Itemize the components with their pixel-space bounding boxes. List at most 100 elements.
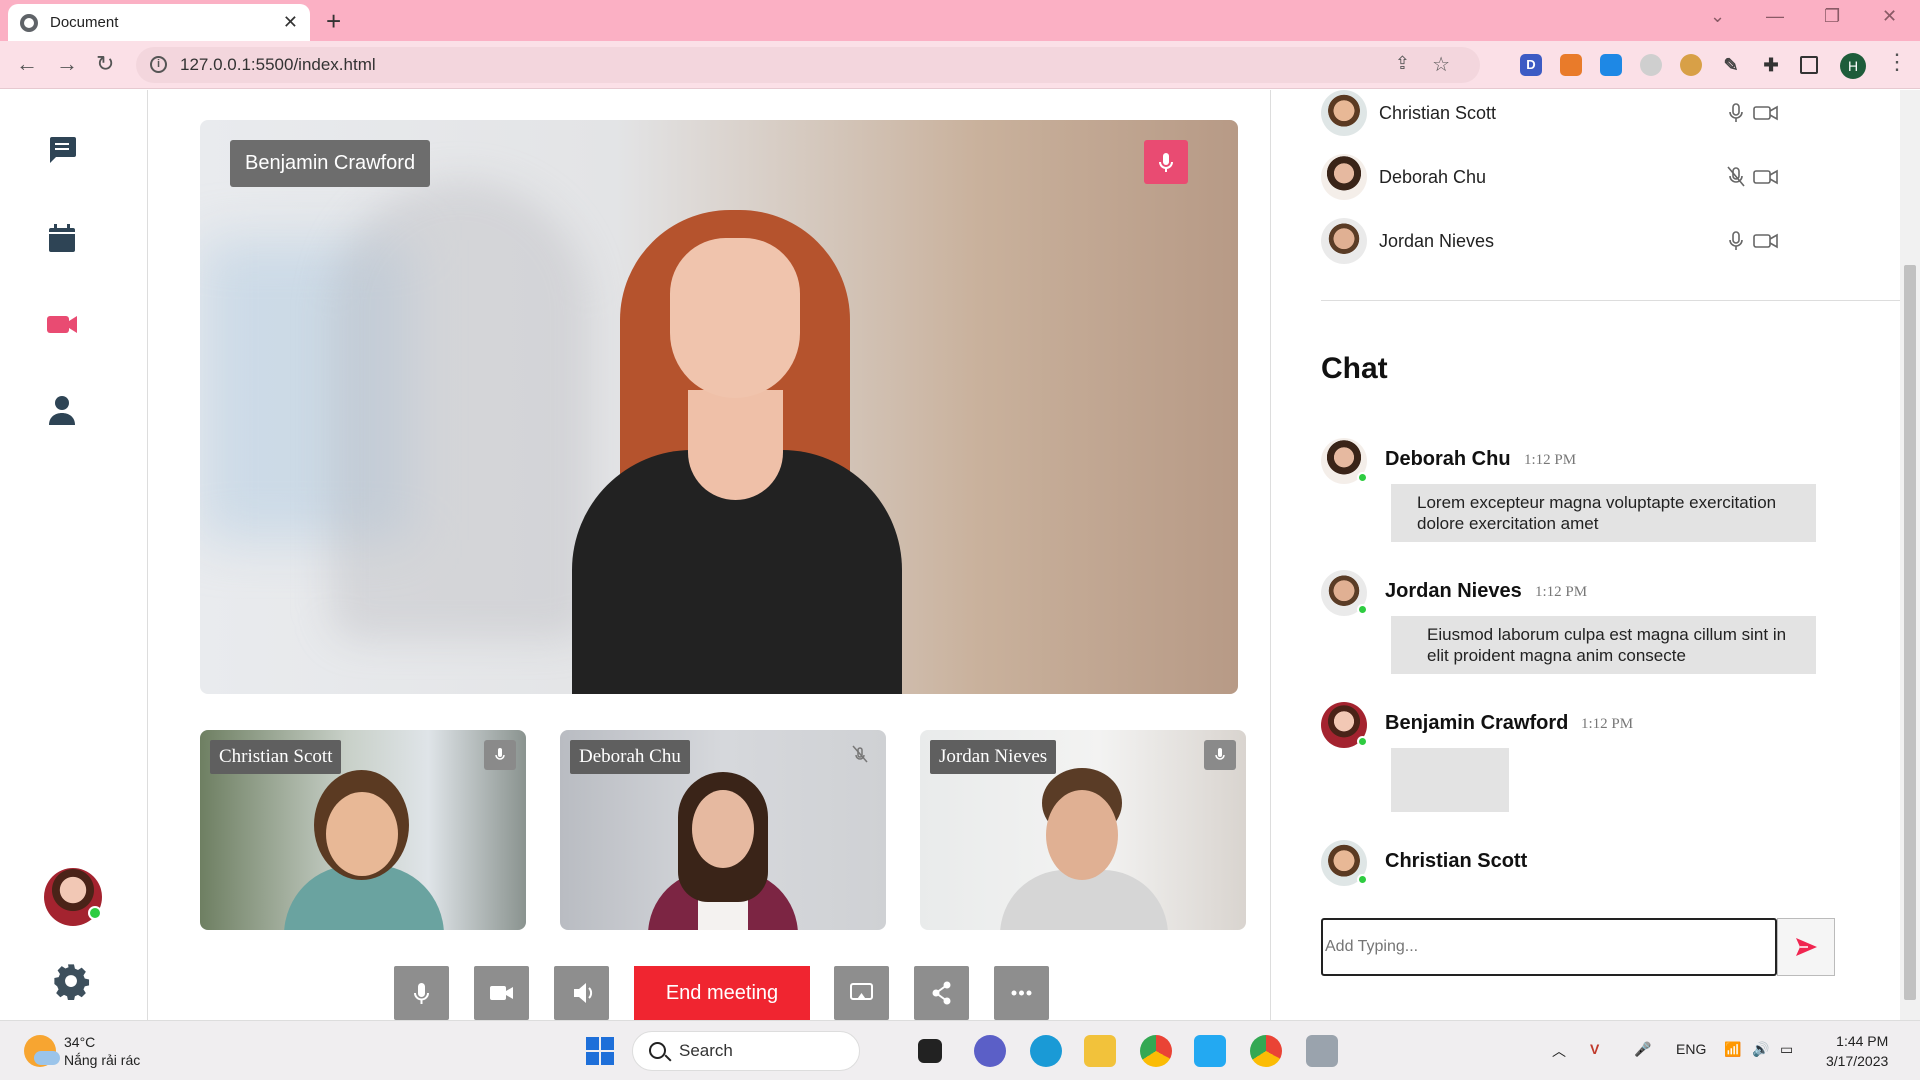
- task-view-icon[interactable]: [918, 1039, 942, 1063]
- page-scrollbar[interactable]: [1900, 90, 1920, 1020]
- temperature: 34°C: [64, 1034, 96, 1050]
- thumbnail-deborah-chu[interactable]: Deborah Chu: [560, 730, 886, 930]
- screen-share-button[interactable]: [834, 966, 889, 1020]
- mic-toggle-button[interactable]: [394, 966, 449, 1020]
- more-options-button[interactable]: [994, 966, 1049, 1020]
- video-camera-icon[interactable]: [1753, 231, 1779, 251]
- message-author: Benjamin Crawford: [1385, 712, 1569, 734]
- calendar-icon[interactable]: [46, 222, 78, 254]
- forward-icon[interactable]: →: [56, 51, 78, 77]
- weather-widget[interactable]: 34°C Nắng rải rác: [24, 1033, 140, 1069]
- thumbnail-jordan-nieves[interactable]: Jordan Nieves: [920, 730, 1246, 930]
- chat-icon[interactable]: [46, 134, 78, 166]
- weather-icon: [24, 1035, 60, 1067]
- tray-overflow-icon[interactable]: ︿: [1552, 1041, 1566, 1061]
- minimize-icon[interactable]: —: [1766, 6, 1784, 27]
- clock-date: 3/17/2023: [1826, 1053, 1889, 1069]
- participant-thumbnails: Christian Scott Deborah Chu Jordan Nieve…: [200, 730, 1246, 930]
- video-camera-icon: [490, 986, 513, 1000]
- battery-icon[interactable]: ▭: [1780, 1041, 1793, 1058]
- edge-browser-icon[interactable]: [1030, 1035, 1062, 1067]
- end-meeting-button[interactable]: End meeting: [634, 966, 810, 1020]
- settings-gear-icon[interactable]: [52, 962, 90, 1000]
- video-camera-icon[interactable]: [46, 308, 78, 340]
- speaker-face: [670, 238, 800, 398]
- message-text: [1391, 748, 1509, 812]
- share-icon: [932, 981, 951, 1005]
- online-status-dot: [1357, 472, 1368, 483]
- microphone-off-icon[interactable]: [1726, 166, 1746, 188]
- send-button[interactable]: [1777, 918, 1835, 976]
- taskbar-search[interactable]: Search: [632, 1031, 860, 1071]
- file-explorer-icon[interactable]: [1084, 1035, 1116, 1067]
- profile-avatar[interactable]: H: [1840, 53, 1866, 79]
- main-video[interactable]: Benjamin Crawford: [200, 120, 1238, 694]
- wifi-icon[interactable]: 📶: [1724, 1041, 1741, 1058]
- camera-toggle-button[interactable]: [474, 966, 529, 1020]
- participant-name: Deborah Chu: [1379, 167, 1487, 187]
- language-indicator[interactable]: ENG: [1676, 1041, 1706, 1057]
- participant-name: Christian Scott: [1379, 103, 1497, 123]
- thumb-face: [1046, 790, 1118, 880]
- speaker-toggle-button[interactable]: [554, 966, 609, 1020]
- back-icon[interactable]: ←: [16, 51, 38, 77]
- thumb-mic-button[interactable]: [484, 740, 516, 770]
- teams-chat-icon[interactable]: [974, 1035, 1006, 1067]
- chat-input[interactable]: [1321, 918, 1777, 976]
- tray-app-icon[interactable]: V: [1590, 1041, 1599, 1057]
- site-info-icon[interactable]: i: [150, 56, 167, 73]
- chat-title: Chat: [1321, 352, 1388, 385]
- meeting-area: Benjamin Crawford Christian Scott Debora…: [148, 90, 1270, 1020]
- chrome-icon[interactable]: [1140, 1035, 1172, 1067]
- main-mic-button[interactable]: [1144, 140, 1188, 184]
- online-status-dot: [88, 906, 102, 920]
- participant-avatar: [1321, 90, 1367, 136]
- address-bar[interactable]: i 127.0.0.1:5500/index.html ⇪ ☆: [136, 47, 1480, 83]
- thumb-mic-off-button[interactable]: [844, 740, 876, 770]
- chrome-profile-icon[interactable]: [1250, 1035, 1282, 1067]
- share-icon[interactable]: ⇪: [1395, 53, 1410, 74]
- microphone-icon[interactable]: [1726, 230, 1746, 252]
- pen-extension-icon[interactable]: ✎: [1720, 54, 1742, 76]
- side-panel-icon[interactable]: [1800, 56, 1818, 74]
- microphone-icon: [495, 748, 505, 760]
- participant-row: Christian Scott: [1321, 90, 1821, 140]
- video-camera-icon[interactable]: [1753, 103, 1779, 123]
- restore-icon[interactable]: ❐: [1824, 6, 1840, 27]
- thumb-mic-button[interactable]: [1204, 740, 1236, 770]
- user-icon[interactable]: [46, 394, 78, 426]
- right-panel: Christian Scott Deborah Chu Jordan Nieve…: [1270, 90, 1901, 1020]
- tab-close-icon[interactable]: ✕: [283, 12, 298, 33]
- drop-extension-icon[interactable]: [1600, 54, 1622, 76]
- share-button[interactable]: [914, 966, 969, 1020]
- new-tab-button[interactable]: +: [326, 6, 341, 37]
- fox-extension-icon[interactable]: [1560, 54, 1582, 76]
- online-status-dot: [1357, 604, 1368, 615]
- browser-menu-icon[interactable]: ⋮: [1886, 49, 1908, 75]
- d-extension-icon[interactable]: D: [1520, 54, 1542, 76]
- thumbnail-christian-scott[interactable]: Christian Scott: [200, 730, 526, 930]
- window-close-icon[interactable]: ✕: [1882, 6, 1897, 27]
- puzzle-extensions-icon[interactable]: ✚: [1760, 54, 1782, 76]
- snipping-tool-icon[interactable]: [1306, 1035, 1338, 1067]
- system-clock[interactable]: 1:44 PM 3/17/2023: [1826, 1031, 1888, 1071]
- browser-toolbar: ← → ↻ i 127.0.0.1:5500/index.html ⇪ ☆ D …: [0, 41, 1920, 89]
- volume-icon[interactable]: 🔊: [1752, 1041, 1769, 1058]
- online-status-dot: [1357, 874, 1368, 885]
- cookie-extension-icon[interactable]: [1680, 54, 1702, 76]
- message-time: 1:12 PM: [1535, 584, 1588, 600]
- search-icon: [649, 1042, 666, 1059]
- reload-icon[interactable]: ↻: [96, 51, 114, 77]
- tray-mic-icon[interactable]: 🎤: [1634, 1041, 1651, 1058]
- scrollbar-thumb[interactable]: [1904, 265, 1916, 1000]
- url-text: 127.0.0.1:5500/index.html: [180, 55, 376, 74]
- bookmark-star-icon[interactable]: ☆: [1432, 52, 1450, 77]
- microphone-icon[interactable]: [1726, 102, 1746, 124]
- tab-search-icon[interactable]: ⌄: [1710, 6, 1725, 27]
- browser-tab[interactable]: Document ✕: [8, 4, 310, 41]
- windows-start-icon[interactable]: [584, 1035, 616, 1067]
- message-time: 1:12 PM: [1581, 716, 1634, 732]
- video-camera-icon[interactable]: [1753, 167, 1779, 187]
- vscode-icon[interactable]: [1194, 1035, 1226, 1067]
- compass-extension-icon[interactable]: [1640, 54, 1662, 76]
